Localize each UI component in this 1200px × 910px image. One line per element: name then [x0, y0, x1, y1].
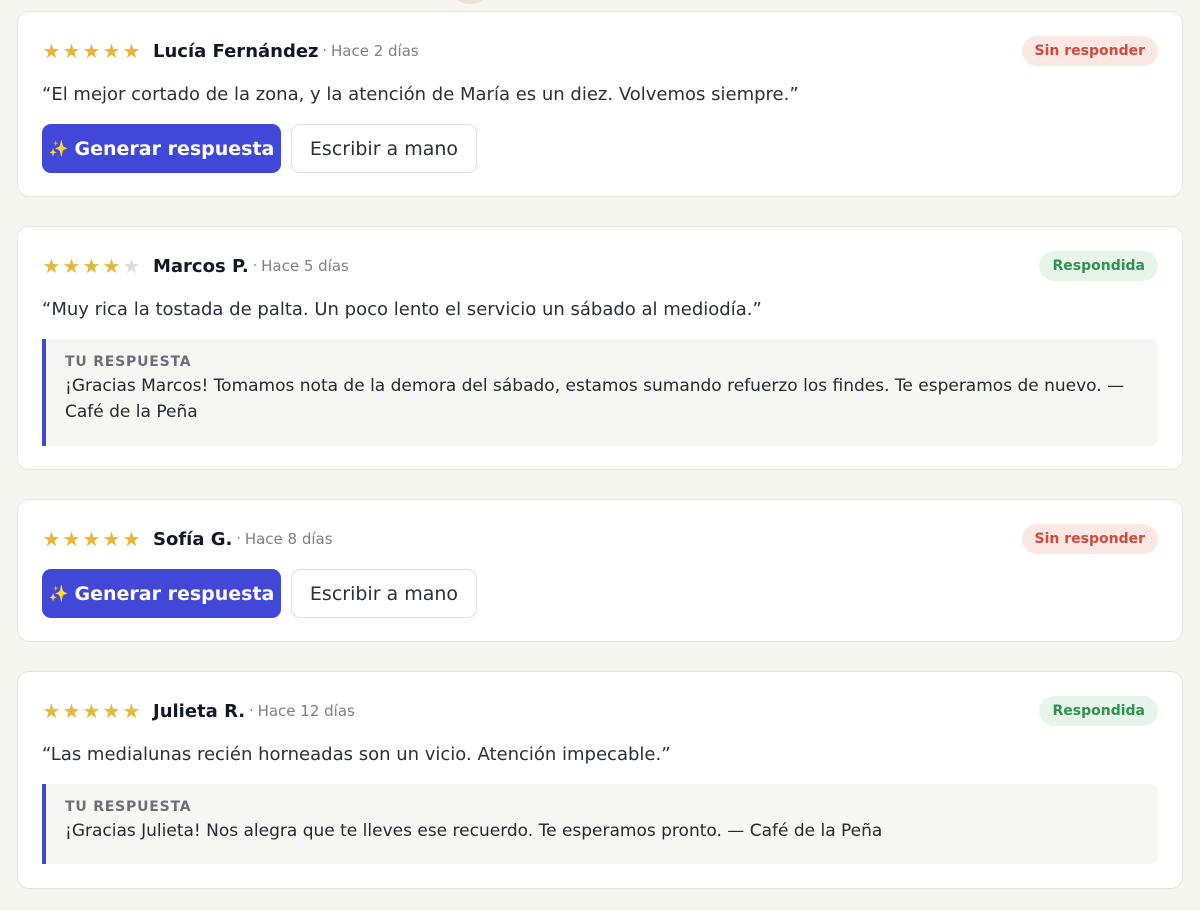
review-author: Lucía Fernández — [153, 40, 319, 62]
generate-reply-label: Generar respuesta — [74, 137, 275, 160]
status-badge: Sin responder — [1021, 36, 1158, 66]
review-card: ★ ★ ★ ★ ★ Sofía G. · Hace 8 días Sin respond… — [17, 499, 1183, 642]
star-filled-icon: ★ — [102, 254, 121, 278]
review-header: ★ ★ ★ ★ ★ Marcos P. · Hace 5 días Respondida — [42, 251, 1158, 281]
review-text: “Las medialunas recién horneadas son un … — [42, 744, 671, 765]
star-filled-icon: ★ — [42, 39, 61, 63]
separator: · — [322, 43, 327, 59]
star-filled-icon: ★ — [122, 699, 141, 723]
review-header: ★ ★ ★ ★ ★ Julieta R. · Hace 12 días Respondi… — [42, 696, 1158, 726]
reply-label: TU RESPUESTA — [65, 799, 192, 815]
star-empty-icon: ★ — [122, 254, 141, 278]
review-card: ★ ★ ★ ★ ★ Marcos P. · Hace 5 días Respondida… — [17, 226, 1183, 470]
star-filled-icon: ★ — [82, 527, 101, 551]
reply-block: TU RESPUESTA ¡Gracias Marcos! Tomamos no… — [42, 339, 1158, 446]
star-rating: ★ ★ ★ ★ ★ — [42, 41, 141, 61]
generate-reply-button[interactable]: ✨ Generar respuesta — [42, 569, 281, 618]
separator: · — [252, 258, 258, 274]
star-filled-icon: ★ — [102, 39, 121, 63]
star-filled-icon: ★ — [102, 527, 121, 551]
status-badge: Respondida — [1039, 696, 1158, 726]
review-author: Sofía G. — [153, 528, 233, 550]
reply-block: TU RESPUESTA ¡Gracias Julieta! Nos alegr… — [42, 784, 1158, 864]
sparkles-icon: ✨ — [48, 584, 69, 603]
star-filled-icon: ★ — [82, 699, 101, 723]
star-filled-icon: ★ — [42, 527, 61, 551]
star-filled-icon: ★ — [62, 699, 81, 723]
star-filled-icon: ★ — [102, 699, 121, 723]
star-filled-icon: ★ — [42, 699, 61, 723]
review-date: Hace 12 días — [257, 702, 355, 720]
star-filled-icon: ★ — [42, 254, 61, 278]
star-filled-icon: ★ — [82, 39, 101, 63]
reply-text: ¡Gracias Julieta! Nos alegra que te llev… — [65, 821, 883, 841]
star-rating: ★ ★ ★ ★ ★ — [42, 529, 141, 549]
review-card: ★ ★ ★ ★ ★ Lucía Fernández · Hace 2 días Sin … — [17, 11, 1183, 197]
star-filled-icon: ★ — [62, 39, 81, 63]
separator: · — [249, 703, 254, 719]
review-author: Julieta R. — [153, 700, 246, 722]
reply-label: TU RESPUESTA — [65, 354, 192, 370]
star-filled-icon: ★ — [122, 527, 141, 551]
star-rating: ★ ★ ★ ★ ★ — [42, 701, 141, 721]
review-date: Hace 8 días — [244, 530, 333, 548]
status-badge: Respondida — [1039, 251, 1158, 281]
star-filled-icon: ★ — [82, 254, 101, 278]
separator: · — [236, 531, 241, 547]
write-manually-button[interactable]: Escribir a mano — [291, 124, 477, 173]
star-filled-icon: ★ — [62, 254, 81, 278]
generate-reply-label: Generar respuesta — [74, 582, 275, 605]
review-text: “Muy rica la tostada de palta. Un poco l… — [42, 299, 762, 320]
star-filled-icon: ★ — [62, 527, 81, 551]
reply-text: ¡Gracias Marcos! Tomamos nota de la demo… — [65, 376, 1125, 422]
star-filled-icon: ★ — [122, 39, 141, 63]
review-header: ★ ★ ★ ★ ★ Sofía G. · Hace 8 días Sin respond… — [42, 524, 1158, 554]
write-manually-button[interactable]: Escribir a mano — [291, 569, 477, 618]
review-header: ★ ★ ★ ★ ★ Lucía Fernández · Hace 2 días Sin … — [42, 36, 1158, 66]
sparkles-icon: ✨ — [48, 139, 69, 158]
decorative-glow — [455, 0, 485, 4]
review-date: Hace 5 días — [261, 257, 349, 275]
star-rating: ★ ★ ★ ★ ★ — [42, 256, 141, 276]
status-badge: Sin responder — [1021, 524, 1158, 554]
review-text: “El mejor cortado de la zona, y la atenc… — [42, 84, 799, 105]
generate-reply-button[interactable]: ✨ Generar respuesta — [42, 124, 281, 173]
review-card: ★ ★ ★ ★ ★ Julieta R. · Hace 12 días Respondi… — [17, 671, 1183, 889]
review-date: Hace 2 días — [331, 42, 419, 60]
review-author: Marcos P. — [153, 255, 249, 277]
